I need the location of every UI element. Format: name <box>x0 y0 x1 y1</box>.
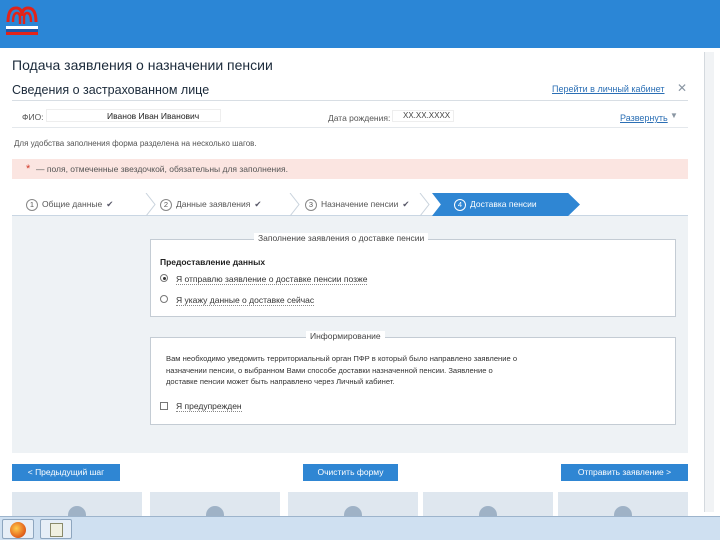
step-2-tab[interactable]: 2 Данные заявления ✔ <box>160 193 261 216</box>
expand-link[interactable]: Развернуть <box>620 113 668 123</box>
step-label: Назначение пенсии <box>321 199 399 209</box>
data-provision-heading: Предоставление данных <box>160 257 266 267</box>
step-number: 1 <box>26 199 38 211</box>
step-number: 2 <box>160 199 172 211</box>
taskbar-app-button[interactable] <box>40 519 72 539</box>
cabinet-link[interactable]: Перейти в личный кабинет <box>552 84 665 94</box>
step-label: Доставка пенсии <box>470 199 537 209</box>
service-tile[interactable] <box>12 492 142 518</box>
taskbar <box>0 516 720 540</box>
required-star: * <box>26 163 31 175</box>
clear-form-button[interactable]: Очистить форму <box>303 464 398 481</box>
check-icon: ✔ <box>254 199 262 209</box>
app-icon <box>50 523 63 537</box>
chevron-down-icon[interactable]: ▼ <box>670 111 678 120</box>
dob-value: ХХ.ХХ.ХХХХ <box>392 110 454 122</box>
warned-checkbox[interactable] <box>160 402 168 410</box>
dob-label: Дата рождения: <box>328 113 391 123</box>
firefox-icon <box>10 522 26 538</box>
step-separator <box>419 193 430 216</box>
top-banner <box>0 0 720 48</box>
step-3-tab[interactable]: 3 Назначение пенсии ✔ <box>305 193 409 216</box>
page-title: Подача заявления о назначении пенсии <box>12 57 273 73</box>
fio-value: Иванов Иван Иванович <box>46 109 221 122</box>
info-legend: Информирование <box>306 331 385 341</box>
divider <box>12 127 688 128</box>
check-icon: ✔ <box>106 199 114 209</box>
radio-send-later-label[interactable]: Я отправлю заявление о доставке пенсии п… <box>176 274 368 285</box>
warned-checkbox-label[interactable]: Я предупрежден <box>176 401 242 412</box>
service-tile[interactable] <box>558 492 688 518</box>
service-tile[interactable] <box>288 492 418 518</box>
step-number: 3 <box>305 199 317 211</box>
step-label: Данные заявления <box>176 199 251 209</box>
step-separator <box>145 193 156 216</box>
taskbar-firefox-button[interactable] <box>2 519 34 539</box>
radio-provide-now-label[interactable]: Я укажу данные о доставке сейчас <box>176 295 315 306</box>
info-notice: Вам необходимо уведомить территориальный… <box>166 354 518 386</box>
step-4-tab[interactable]: 4 Доставка пенсии <box>432 193 580 216</box>
step-1-tab[interactable]: 1 Общие данные ✔ <box>26 193 113 216</box>
prev-step-button[interactable]: < Предыдущий шаг <box>12 464 120 481</box>
fio-label: ФИО: <box>22 112 44 122</box>
radio-provide-now[interactable] <box>160 295 168 303</box>
step-tabs: 1 Общие данные ✔ 2 Данные заявления ✔ 3 Назна… <box>12 193 688 216</box>
delivery-legend: Заполнение заявления о доставке пенсии <box>254 233 429 243</box>
scrollbar[interactable] <box>704 52 714 512</box>
close-icon[interactable]: ✕ <box>677 82 687 94</box>
info-text: Для удобства заполнения форма разделена … <box>14 139 257 148</box>
service-tile[interactable] <box>423 492 553 518</box>
step-label: Общие данные <box>42 199 103 209</box>
step-separator <box>289 193 300 216</box>
pfr-logo <box>6 6 38 35</box>
required-text: — поля, отмеченные звездочкой, обязатель… <box>36 164 288 174</box>
service-tile[interactable] <box>150 492 280 518</box>
check-icon: ✔ <box>402 199 410 209</box>
divider <box>12 100 688 101</box>
radio-send-later[interactable] <box>160 274 168 282</box>
send-application-button[interactable]: Отправить заявление > <box>561 464 688 481</box>
step-number: 4 <box>454 199 466 211</box>
section-title: Сведения о застрахованном лице <box>12 83 210 97</box>
